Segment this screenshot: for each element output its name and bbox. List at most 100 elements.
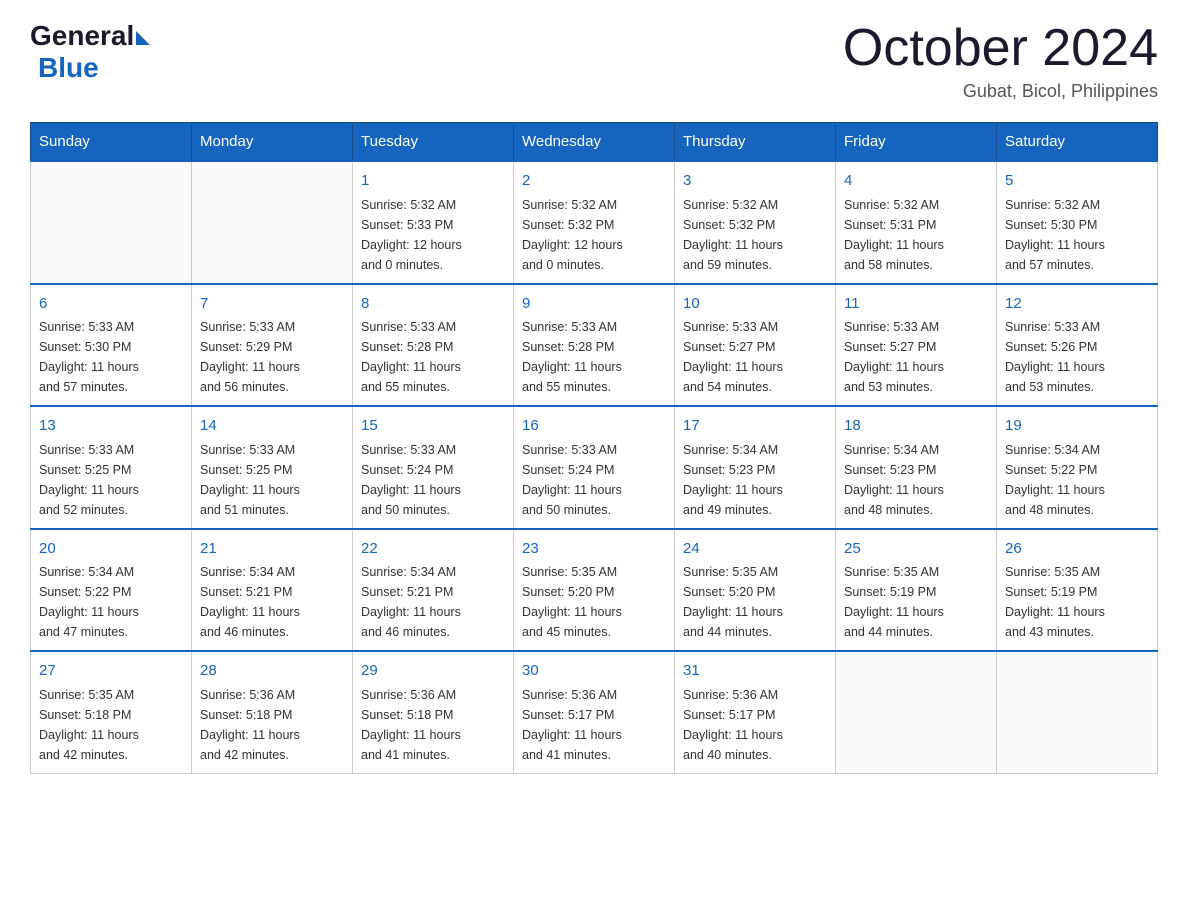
logo-blue: Blue [38,52,99,84]
calendar-cell: 23Sunrise: 5:35 AM Sunset: 5:20 PM Dayli… [514,529,675,652]
calendar-cell: 27Sunrise: 5:35 AM Sunset: 5:18 PM Dayli… [31,651,192,773]
title-section: October 2024 Gubat, Bicol, Philippines [843,20,1158,102]
day-info: Sunrise: 5:36 AM Sunset: 5:17 PM Dayligh… [522,685,666,765]
day-number: 31 [683,660,827,683]
calendar-cell: 29Sunrise: 5:36 AM Sunset: 5:18 PM Dayli… [353,651,514,773]
calendar-day-header: Thursday [675,123,836,162]
day-number: 20 [39,538,183,561]
day-number: 12 [1005,293,1149,316]
calendar-header-row: SundayMondayTuesdayWednesdayThursdayFrid… [31,123,1158,162]
calendar-cell: 30Sunrise: 5:36 AM Sunset: 5:17 PM Dayli… [514,651,675,773]
day-info: Sunrise: 5:33 AM Sunset: 5:28 PM Dayligh… [522,317,666,397]
calendar-week-row: 13 Sunrise: 5:33 AM Sunset: 5:25 PM Dayli… [31,406,1158,529]
day-info: Sunrise: 5:35 AM Sunset: 5:19 PM Dayligh… [1005,562,1149,642]
day-number: 17 [683,415,827,438]
day-number: 24 [683,538,827,561]
page-header: General Blue October 2024 Gubat, Bicol, … [30,20,1158,102]
day-info: Sunrise: 5:32 AM Sunset: 5:32 PM Dayligh… [683,195,827,275]
day-info: Sunrise: 5:33 AM Sunset: 5:30 PM Dayligh… [39,317,183,397]
day-number: 16 [522,415,666,438]
calendar-cell: 21Sunrise: 5:34 AM Sunset: 5:21 PM Dayli… [192,529,353,652]
calendar-cell: 26Sunrise: 5:35 AM Sunset: 5:19 PM Dayli… [997,529,1158,652]
calendar-cell [192,161,353,284]
day-number: 5 [1005,170,1149,193]
day-info: Sunrise: 5:32 AM Sunset: 5:30 PM Dayligh… [1005,195,1149,275]
calendar-cell: 18Sunrise: 5:34 AM Sunset: 5:23 PM Dayli… [836,406,997,529]
month-year-title: October 2024 [843,20,1158,77]
day-info: Sunrise: 5:33 AM Sunset: 5:24 PM Dayligh… [361,440,505,520]
calendar-week-row: 27Sunrise: 5:35 AM Sunset: 5:18 PM Dayli… [31,651,1158,773]
day-info: Sunrise: 5:33 AM Sunset: 5:27 PM Dayligh… [683,317,827,397]
day-info: Sunrise: 5:36 AM Sunset: 5:18 PM Dayligh… [361,685,505,765]
calendar-cell: 13Sunrise: 5:33 AM Sunset: 5:25 PM Dayli… [31,406,192,529]
day-info: Sunrise: 5:36 AM Sunset: 5:18 PM Dayligh… [200,685,344,765]
day-info: Sunrise: 5:32 AM Sunset: 5:32 PM Dayligh… [522,195,666,275]
day-info: Sunrise: 5:32 AM Sunset: 5:33 PM Dayligh… [361,195,505,275]
calendar-cell: 14Sunrise: 5:33 AM Sunset: 5:25 PM Dayli… [192,406,353,529]
day-number: 19 [1005,415,1149,438]
calendar-cell: 5Sunrise: 5:32 AM Sunset: 5:30 PM Daylig… [997,161,1158,284]
day-number: 18 [844,415,988,438]
calendar-week-row: 1Sunrise: 5:32 AM Sunset: 5:33 PM Daylig… [31,161,1158,284]
logo: General Blue [30,20,150,84]
day-number: 8 [361,293,505,316]
day-number: 7 [200,293,344,316]
calendar-week-row: 20Sunrise: 5:34 AM Sunset: 5:22 PM Dayli… [31,529,1158,652]
calendar-cell: 4Sunrise: 5:32 AM Sunset: 5:31 PM Daylig… [836,161,997,284]
day-number: 25 [844,538,988,561]
calendar-cell: 3Sunrise: 5:32 AM Sunset: 5:32 PM Daylig… [675,161,836,284]
day-number: 11 [844,293,988,316]
calendar-cell: 10Sunrise: 5:33 AM Sunset: 5:27 PM Dayli… [675,284,836,407]
logo-general: General [30,20,134,52]
day-number: 28 [200,660,344,683]
calendar-cell: 17Sunrise: 5:34 AM Sunset: 5:23 PM Dayli… [675,406,836,529]
day-number: 10 [683,293,827,316]
day-number: 3 [683,170,827,193]
logo-arrow-icon [136,31,150,45]
calendar-cell: 6Sunrise: 5:33 AM Sunset: 5:30 PM Daylig… [31,284,192,407]
day-number: 14 [200,415,344,438]
calendar-table: SundayMondayTuesdayWednesdayThursdayFrid… [30,122,1158,774]
location-subtitle: Gubat, Bicol, Philippines [843,81,1158,102]
day-number: 23 [522,538,666,561]
day-info: Sunrise: 5:34 AM Sunset: 5:21 PM Dayligh… [200,562,344,642]
calendar-cell: 24Sunrise: 5:35 AM Sunset: 5:20 PM Dayli… [675,529,836,652]
day-number: 30 [522,660,666,683]
calendar-cell [31,161,192,284]
calendar-cell: 15Sunrise: 5:33 AM Sunset: 5:24 PM Dayli… [353,406,514,529]
day-number: 26 [1005,538,1149,561]
day-info: Sunrise: 5:34 AM Sunset: 5:22 PM Dayligh… [39,562,183,642]
calendar-cell: 8Sunrise: 5:33 AM Sunset: 5:28 PM Daylig… [353,284,514,407]
calendar-cell: 16Sunrise: 5:33 AM Sunset: 5:24 PM Dayli… [514,406,675,529]
day-info: Sunrise: 5:33 AM Sunset: 5:25 PM Dayligh… [200,440,344,520]
day-info: Sunrise: 5:34 AM Sunset: 5:23 PM Dayligh… [844,440,988,520]
calendar-cell: 20Sunrise: 5:34 AM Sunset: 5:22 PM Dayli… [31,529,192,652]
calendar-cell: 1Sunrise: 5:32 AM Sunset: 5:33 PM Daylig… [353,161,514,284]
logo-text: General [30,20,150,52]
calendar-cell: 11Sunrise: 5:33 AM Sunset: 5:27 PM Dayli… [836,284,997,407]
calendar-cell: 9Sunrise: 5:33 AM Sunset: 5:28 PM Daylig… [514,284,675,407]
day-info: Sunrise: 5:35 AM Sunset: 5:19 PM Dayligh… [844,562,988,642]
calendar-cell: 28Sunrise: 5:36 AM Sunset: 5:18 PM Dayli… [192,651,353,773]
calendar-day-header: Wednesday [514,123,675,162]
day-info: Sunrise: 5:34 AM Sunset: 5:23 PM Dayligh… [683,440,827,520]
day-number: 13 [39,415,183,438]
day-number: 15 [361,415,505,438]
calendar-day-header: Sunday [31,123,192,162]
calendar-cell: 7Sunrise: 5:33 AM Sunset: 5:29 PM Daylig… [192,284,353,407]
day-info: Sunrise: 5:33 AM Sunset: 5:27 PM Dayligh… [844,317,988,397]
day-info: Sunrise: 5:33 AM Sunset: 5:29 PM Dayligh… [200,317,344,397]
day-info: Sunrise: 5:33 AM Sunset: 5:26 PM Dayligh… [1005,317,1149,397]
day-info: Sunrise: 5:35 AM Sunset: 5:20 PM Dayligh… [683,562,827,642]
day-number: 21 [200,538,344,561]
calendar-day-header: Tuesday [353,123,514,162]
day-info: Sunrise: 5:34 AM Sunset: 5:22 PM Dayligh… [1005,440,1149,520]
day-info: Sunrise: 5:35 AM Sunset: 5:20 PM Dayligh… [522,562,666,642]
calendar-cell: 22Sunrise: 5:34 AM Sunset: 5:21 PM Dayli… [353,529,514,652]
calendar-cell: 31Sunrise: 5:36 AM Sunset: 5:17 PM Dayli… [675,651,836,773]
day-number: 9 [522,293,666,316]
calendar-cell [997,651,1158,773]
day-number: 4 [844,170,988,193]
day-number: 2 [522,170,666,193]
calendar-day-header: Friday [836,123,997,162]
